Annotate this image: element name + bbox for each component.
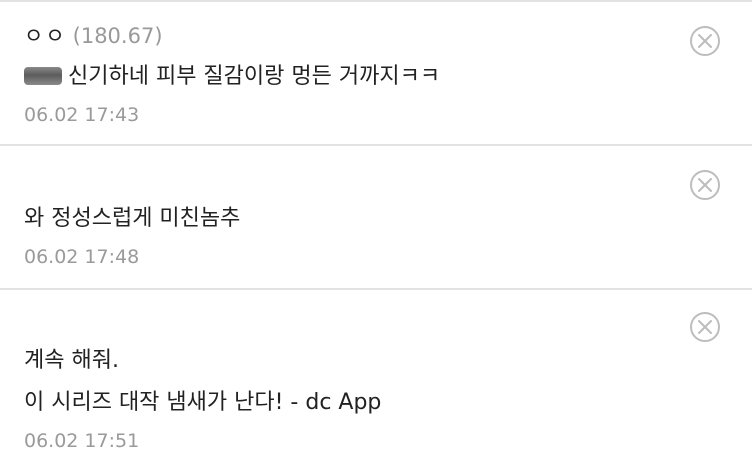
- comment-author-row: ㅇㅇ (180.67): [24, 22, 163, 50]
- comment-item: 와 정성스럽게 미친놈추 06.02 17:48: [0, 146, 752, 290]
- comment-text-line: 신기하네 피부 질감이랑 멍든 거까지ㅋㅋ: [68, 64, 441, 89]
- comment-text-line: 와 정성스럽게 미친놈추: [24, 206, 241, 231]
- comment-text: 신기하네 피부 질감이랑 멍든 거까지ㅋㅋ: [24, 62, 440, 92]
- delete-comment-button[interactable]: [690, 170, 720, 200]
- author-ip: (180.67): [72, 24, 163, 48]
- comment-text-line: 계속 해줘.: [24, 348, 119, 373]
- delete-comment-button[interactable]: [690, 26, 720, 56]
- delete-comment-button[interactable]: [690, 312, 720, 342]
- redacted-mark: [24, 67, 62, 85]
- close-icon: [698, 320, 712, 334]
- comment-item: ㅇㅇ (180.67) 신기하네 피부 질감이랑 멍든 거까지ㅋㅋ 06.02 1…: [0, 2, 752, 146]
- comment-timestamp: 06.02 17:51: [24, 430, 140, 452]
- comment-timestamp: 06.02 17:43: [24, 104, 140, 126]
- close-icon: [698, 34, 712, 48]
- author-name[interactable]: ㅇㅇ: [24, 24, 67, 48]
- close-icon: [698, 178, 712, 192]
- comment-timestamp: 06.02 17:48: [24, 246, 140, 268]
- comment-list: ㅇㅇ (180.67) 신기하네 피부 질감이랑 멍든 거까지ㅋㅋ 06.02 1…: [0, 0, 752, 468]
- comment-text-line: 이 시리즈 대작 냄새가 난다! - dc App: [24, 390, 382, 415]
- comment-item: 계속 해줘. 이 시리즈 대작 냄새가 난다! - dc App 06.02 1…: [0, 290, 752, 468]
